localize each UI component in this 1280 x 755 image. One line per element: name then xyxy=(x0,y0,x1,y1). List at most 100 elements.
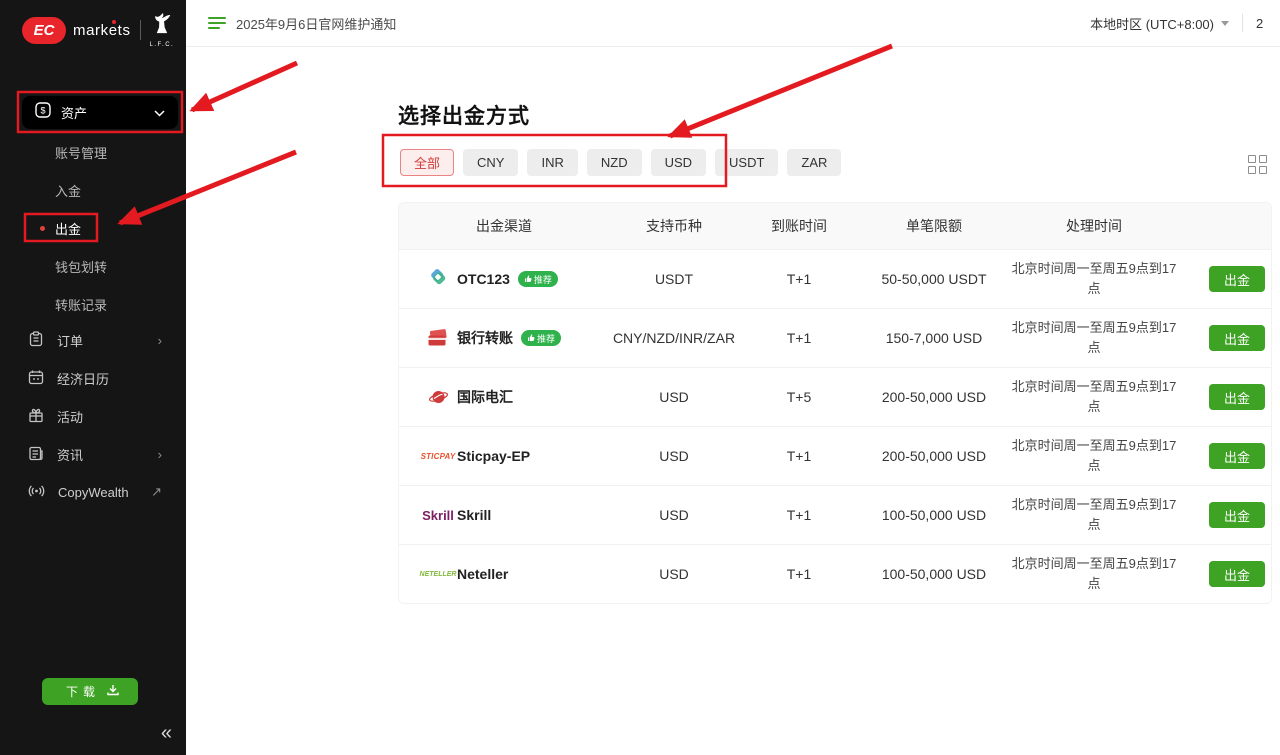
filter-chip-inr[interactable]: INR xyxy=(527,149,577,176)
sidebar-item-account-management[interactable]: 账号管理 xyxy=(0,133,186,171)
channel-name: 银行转账 xyxy=(457,328,513,348)
main-area: 2025年9月6日官网维护通知 本地时区 (UTC+8:00) 2 选择出金方式… xyxy=(186,0,1280,755)
processing-hours: 北京时间周一至周五9点到17点 xyxy=(1009,554,1179,594)
sidebar-item-label: 转账记录 xyxy=(55,295,107,314)
filter-chip-cny[interactable]: CNY xyxy=(463,149,518,176)
withdraw-button[interactable]: 出金 xyxy=(1209,325,1265,351)
header-hours: 处理时间 xyxy=(1009,216,1179,236)
withdraw-button[interactable]: 出金 xyxy=(1209,266,1265,292)
svg-text:$: $ xyxy=(40,106,45,116)
arrival-time: T+1 xyxy=(739,448,859,464)
table-row: NETELLER Neteller USD T+1 100-50,000 USD… xyxy=(399,544,1271,603)
sidebar-item-news[interactable]: 资讯 › xyxy=(0,435,186,473)
limit: 100-50,000 USD xyxy=(859,566,1009,582)
announcement[interactable]: 2025年9月6日官网维护通知 xyxy=(208,14,396,33)
download-label: 下载 xyxy=(66,683,100,700)
broadcast-icon xyxy=(28,483,45,502)
skrill-logo: Skrill xyxy=(427,508,449,523)
processing-hours: 北京时间周一至周五9点到17点 xyxy=(1009,318,1179,358)
limit: 100-50,000 USD xyxy=(859,507,1009,523)
withdraw-button[interactable]: 出金 xyxy=(1209,561,1265,587)
sidebar-item-orders[interactable]: 订单 › xyxy=(0,321,186,359)
arrival-time: T+1 xyxy=(739,271,859,287)
topbar: 2025年9月6日官网维护通知 本地时区 (UTC+8:00) 2 xyxy=(186,0,1280,47)
processing-hours: 北京时间周一至周五9点到17点 xyxy=(1009,436,1179,476)
ec-logo-badge: EC xyxy=(22,17,66,44)
header-currencies: 支持币种 xyxy=(609,216,739,236)
filter-chip-nzd[interactable]: NZD xyxy=(587,149,642,176)
download-button[interactable]: 下载 xyxy=(42,678,138,705)
caret-down-icon xyxy=(1221,21,1229,26)
collapse-sidebar-button[interactable]: « xyxy=(161,723,172,743)
table-row: OTC123 推荐 USDT T+1 50-50,000 USDT 北京时间周一… xyxy=(399,249,1271,308)
limit: 50-50,000 USDT xyxy=(859,271,1009,287)
header-arrival: 到账时间 xyxy=(739,216,859,236)
header-channel: 出金渠道 xyxy=(399,216,609,236)
sidebar-item-label: 经济日历 xyxy=(57,369,162,388)
sidebar-item-wallet-transfer[interactable]: 钱包划转 xyxy=(0,247,186,285)
currency-filters: 全部 CNY INR NZD USD USDT ZAR xyxy=(400,149,841,176)
channel-name: 国际电汇 xyxy=(457,387,513,407)
sidebar-item-label: 钱包划转 xyxy=(55,257,107,276)
supported-currencies: USD xyxy=(609,389,739,405)
topbar-divider xyxy=(1242,14,1243,32)
withdraw-methods-table: 出金渠道 支持币种 到账时间 单笔限额 处理时间 OTC123 推荐 USDT … xyxy=(398,202,1272,604)
processing-hours: 北京时间周一至周五9点到17点 xyxy=(1009,259,1179,299)
download-icon xyxy=(107,684,119,699)
logo-divider xyxy=(140,20,141,40)
filter-chip-usdt[interactable]: USDT xyxy=(715,149,778,176)
table-row: 银行转账 推荐 CNY/NZD/INR/ZAR T+1 150-7,000 US… xyxy=(399,308,1271,367)
sidebar-item-copywealth[interactable]: CopyWealth ↗ xyxy=(0,473,186,511)
filter-chip-usd[interactable]: USD xyxy=(651,149,706,176)
sidebar-item-withdraw[interactable]: 出金 xyxy=(0,209,186,247)
sidebar-item-label: CopyWealth xyxy=(58,485,138,500)
badge-label: 推荐 xyxy=(537,332,555,345)
calendar-icon xyxy=(28,369,44,388)
supported-currencies: USD xyxy=(609,507,739,523)
supported-currencies: USDT xyxy=(609,271,739,287)
channel-name: Sticpay-EP xyxy=(457,448,530,464)
processing-hours: 北京时间周一至周五9点到17点 xyxy=(1009,377,1179,417)
sidebar-menu: 订单 › 经济日历 活动 资讯 › CopyWealth ↗ xyxy=(0,321,186,511)
supported-currencies: USD xyxy=(609,448,739,464)
header-limit: 单笔限额 xyxy=(859,216,1009,236)
external-link-icon: ↗ xyxy=(151,484,162,500)
arrival-time: T+1 xyxy=(739,566,859,582)
sidebar-item-label: 资讯 xyxy=(57,445,145,464)
supported-currencies: CNY/NZD/INR/ZAR xyxy=(609,330,739,346)
recommended-badge: 推荐 xyxy=(521,330,561,346)
channel-name: Neteller xyxy=(457,566,508,582)
brand-name: markets xyxy=(73,22,131,39)
channel-name: Skrill xyxy=(457,507,491,523)
badge-label: 推荐 xyxy=(534,273,552,286)
table-row: Skrill Skrill USD T+1 100-50,000 USD 北京时… xyxy=(399,485,1271,544)
brand-logo: EC markets L.F.C. xyxy=(22,12,174,48)
active-dot xyxy=(40,226,45,231)
filter-chip-all[interactable]: 全部 xyxy=(400,149,454,176)
limit: 150-7,000 USD xyxy=(859,330,1009,346)
sidebar-item-activities[interactable]: 活动 xyxy=(0,397,186,435)
dollar-icon: $ xyxy=(35,102,51,123)
sidebar-item-transfer-records[interactable]: 转账记录 xyxy=(0,285,186,323)
clipboard-icon xyxy=(28,331,44,350)
sidebar-item-label: 订单 xyxy=(57,331,145,350)
announcement-lines-icon xyxy=(208,17,226,29)
grid-view-toggle-icon[interactable] xyxy=(1248,155,1268,175)
announcement-text: 2025年9月6日官网维护通知 xyxy=(236,14,396,33)
withdraw-button[interactable]: 出金 xyxy=(1209,502,1265,528)
assets-submenu: 账号管理 入金 出金 钱包划转 转账记录 xyxy=(0,133,186,323)
table-row: STICPAY Sticpay-EP USD T+1 200-50,000 US… xyxy=(399,426,1271,485)
limit: 200-50,000 USD xyxy=(859,448,1009,464)
sidebar-item-deposit[interactable]: 入金 xyxy=(0,171,186,209)
sticpay-logo: STICPAY xyxy=(427,452,449,461)
withdraw-button[interactable]: 出金 xyxy=(1209,384,1265,410)
bank-transfer-icon xyxy=(427,329,449,347)
withdraw-button[interactable]: 出金 xyxy=(1209,443,1265,469)
filter-chip-zar[interactable]: ZAR xyxy=(787,149,841,176)
limit: 200-50,000 USD xyxy=(859,389,1009,405)
otc123-logo-icon xyxy=(427,269,449,289)
sidebar-item-economic-calendar[interactable]: 经济日历 xyxy=(0,359,186,397)
sidebar-item-assets[interactable]: $ 资产 xyxy=(22,96,178,129)
newspaper-icon xyxy=(28,445,44,464)
timezone-selector[interactable]: 本地时区 (UTC+8:00) xyxy=(1090,14,1214,33)
